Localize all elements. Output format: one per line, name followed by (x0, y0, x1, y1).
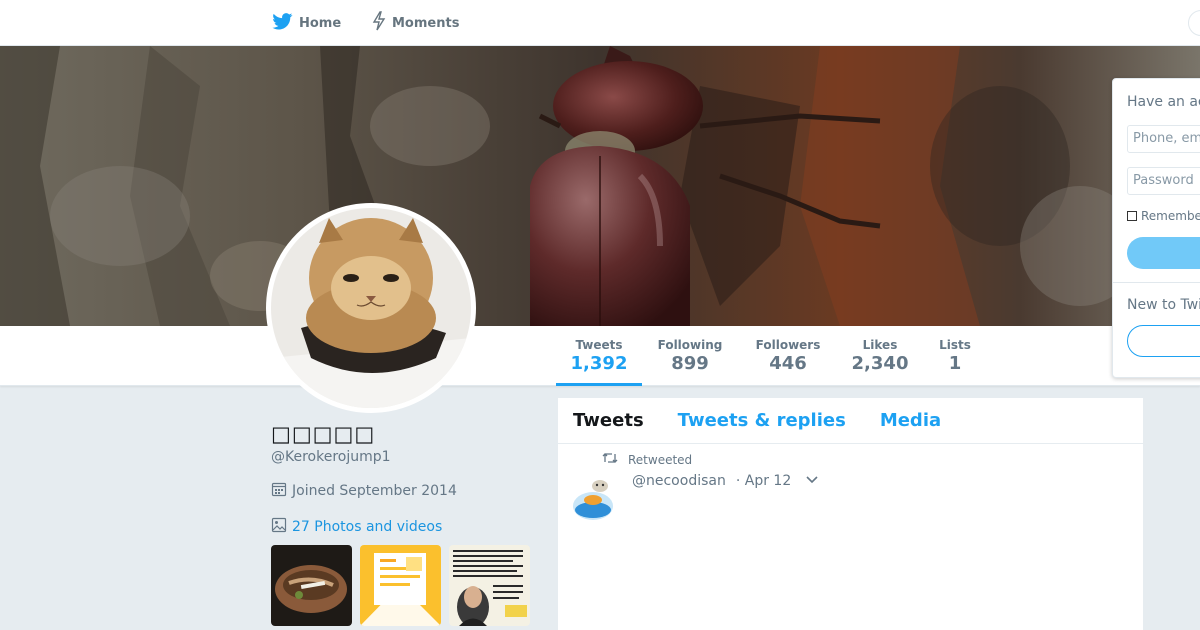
stat-lists[interactable]: Lists 1 (932, 326, 978, 386)
timeline-tabs: Tweets Tweets & replies Media (558, 398, 1143, 444)
signup-button[interactable] (1127, 325, 1200, 357)
photo-thumbnails (271, 545, 530, 626)
profile-avatar[interactable] (266, 203, 476, 413)
stat-likes-value: 2,340 (851, 353, 909, 374)
stat-tweets-label: Tweets (575, 338, 623, 352)
phone-email-input[interactable]: Phone, em (1127, 125, 1200, 153)
tweet-author-handle[interactable]: @necoodisan (632, 473, 726, 489)
timeline: Tweets Tweets & replies Media Retweeted … (557, 397, 1144, 630)
image-icon (271, 517, 287, 537)
login-panel: Have an ac Phone, em Password Remembe Ne… (1112, 78, 1200, 378)
tab-tweets-replies[interactable]: Tweets & replies (678, 410, 846, 431)
stat-tweets[interactable]: Tweets 1,392 (556, 326, 642, 386)
twitter-bird-icon (272, 12, 293, 34)
stat-lists-label: Lists (939, 338, 971, 352)
retweeted-label: Retweeted (628, 452, 693, 467)
stat-tweets-value: 1,392 (570, 353, 628, 374)
photo-thumbnail[interactable] (360, 545, 441, 626)
nav-moments-label: Moments (392, 15, 460, 31)
top-navigation: Home Moments (0, 0, 1200, 46)
stat-followers[interactable]: Followers 446 (748, 326, 828, 386)
password-input[interactable]: Password (1127, 167, 1200, 195)
nav-home[interactable]: Home (272, 12, 341, 34)
stat-followers-label: Followers (755, 338, 821, 352)
photos-videos-link[interactable]: 27 Photos and videos (271, 517, 442, 537)
tweet-item[interactable]: Retweeted @necoodisan · Apr 12 (558, 444, 1143, 630)
retweet-icon (602, 452, 618, 467)
tab-media[interactable]: Media (880, 410, 941, 431)
stat-following[interactable]: Following 899 (650, 326, 730, 386)
nav-home-label: Home (299, 15, 342, 31)
nav-moments[interactable]: Moments (372, 11, 460, 35)
new-to-twitter-text: New to Twi (1127, 297, 1200, 313)
lightning-icon (372, 11, 386, 35)
stat-following-label: Following (657, 338, 723, 352)
remember-me-label: Remembe (1141, 209, 1200, 223)
profile-stats-bar: Tweets 1,392 Following 899 Followers 446… (0, 326, 1200, 386)
login-title: Have an ac (1127, 94, 1200, 110)
profile-joined: Joined September 2014 (271, 481, 457, 501)
stat-following-value: 899 (671, 353, 709, 374)
profile-name[interactable]: □□□□□ (271, 422, 375, 446)
profile-banner (0, 46, 1200, 326)
login-button[interactable] (1127, 237, 1200, 269)
stat-followers-value: 446 (769, 353, 807, 374)
stat-lists-value: 1 (948, 353, 962, 374)
tweet-date[interactable]: · Apr 12 (736, 473, 791, 489)
stat-likes-label: Likes (862, 338, 898, 352)
photo-thumbnail[interactable] (271, 545, 352, 626)
login-divider (1113, 282, 1200, 283)
tab-tweets[interactable]: Tweets (573, 410, 644, 431)
retweet-context: Retweeted (602, 452, 692, 467)
stat-likes[interactable]: Likes 2,340 (846, 326, 914, 386)
photos-videos-label: 27 Photos and videos (292, 519, 443, 535)
remember-me-checkbox[interactable] (1127, 211, 1137, 221)
calendar-icon (271, 481, 287, 501)
nav-search-partial[interactable] (1188, 10, 1200, 36)
profile-handle[interactable]: @Kerokerojump1 (271, 449, 391, 465)
chevron-down-icon[interactable] (805, 473, 819, 489)
remember-me[interactable]: Remembe (1127, 209, 1200, 223)
tweet-header: @necoodisan · Apr 12 (632, 473, 819, 489)
tweet-avatar[interactable] (570, 478, 616, 524)
photo-thumbnail[interactable] (449, 545, 530, 626)
profile-joined-text: Joined September 2014 (292, 483, 457, 499)
